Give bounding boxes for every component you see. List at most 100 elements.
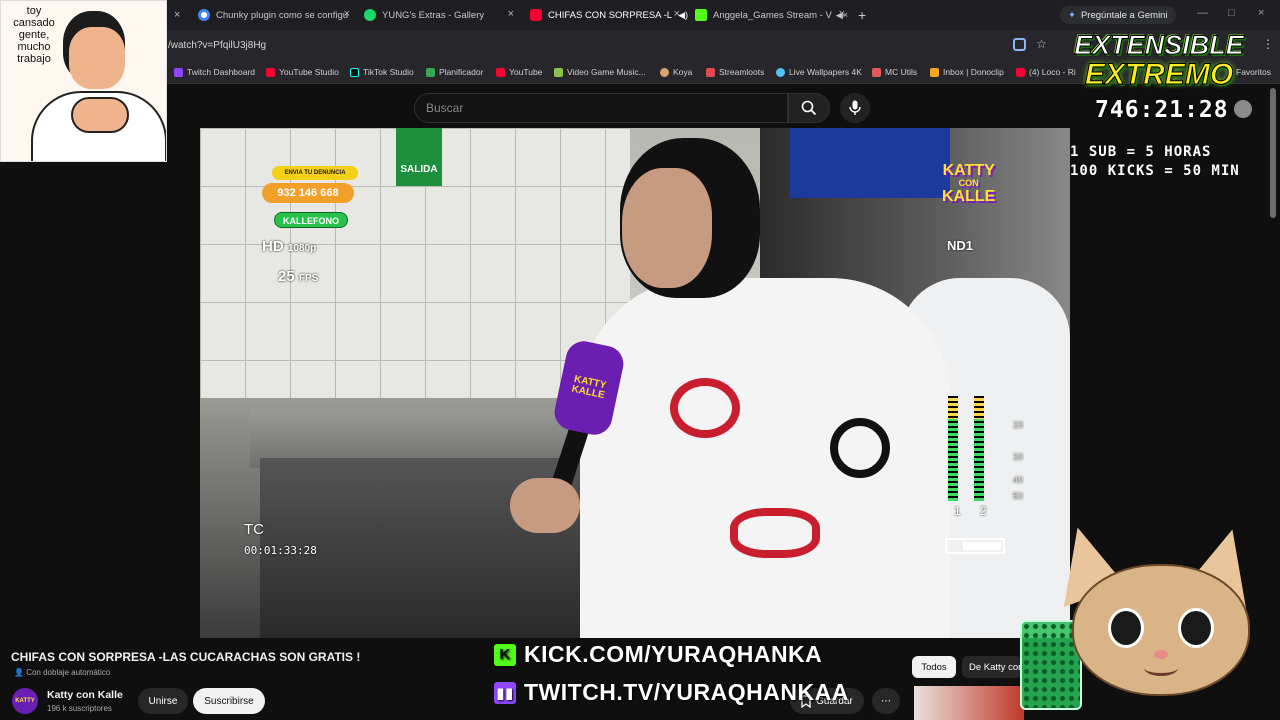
video-title: CHIFAS CON SORPRESA -LAS CUCARACHAS SON … xyxy=(11,650,361,664)
twitch-url: TWITCH.TV/YURAQHANKAA xyxy=(524,679,849,705)
url-text[interactable]: /watch?v=PfqilU3j8Hg xyxy=(168,40,266,51)
youtube-icon xyxy=(266,67,275,77)
chip-all[interactable]: Todos xyxy=(912,656,956,678)
show-logo: KATTY CON KALLE xyxy=(942,162,996,205)
video-player[interactable]: SALIDA KATTY KALLE ENVIA TU DENUNCIA 932… xyxy=(200,128,1070,638)
bookmark-item[interactable]: Streamloots xyxy=(706,67,764,77)
meter-tick: 30 xyxy=(1013,452,1024,462)
meme-face xyxy=(69,27,125,89)
search-button[interactable] xyxy=(788,93,830,123)
window-close-icon[interactable]: × xyxy=(1258,7,1264,19)
twitch-promo: ▮▮ TWITCH.TV/YURAQHANKAA xyxy=(494,679,849,706)
twitch-logo-icon: ▮▮ xyxy=(494,681,516,704)
meme-hand xyxy=(71,97,129,133)
subathon-rules: 1 SUB = 5 HORAS 100 KICKS = 50 MIN xyxy=(1070,143,1240,181)
subscribe-button[interactable]: Suscribirse xyxy=(193,688,265,714)
meter-tick: 40 xyxy=(1013,475,1024,485)
gemini-button[interactable]: ✦ Pregúntale a Gemini xyxy=(1060,6,1176,24)
bookmark-item[interactable]: TikTok Studio xyxy=(350,67,414,77)
youtube-icon xyxy=(530,9,542,21)
tab-yungs-extras[interactable]: YUNG's Extras - Gallery × xyxy=(364,4,514,26)
bookmark-item[interactable]: YouTube xyxy=(496,67,542,77)
tab-title: YUNG's Extras - Gallery xyxy=(382,9,485,21)
kick-promo: K KICK.COM/YURAQHANKA xyxy=(494,641,822,668)
dub-label: 👤 Con doblaje automático xyxy=(14,668,111,677)
close-icon[interactable]: × xyxy=(674,8,680,20)
bookmark-item[interactable]: Video Game Music... xyxy=(554,67,646,77)
report-banner: ENVIA TU DENUNCIA xyxy=(272,166,358,180)
kick-url: KICK.COM/YURAQHANKA xyxy=(524,641,823,667)
bookmark-star-icon[interactable]: ☆ xyxy=(1036,37,1047,51)
fps-label: 25 FPS xyxy=(278,268,319,285)
search-input[interactable]: Buscar xyxy=(414,93,788,123)
bookmark-item[interactable]: Koya xyxy=(660,67,692,77)
reporter xyxy=(580,128,960,638)
bookmark-item[interactable]: YouTube Studio xyxy=(266,67,339,77)
exit-sign: SALIDA xyxy=(396,128,442,186)
modrinth-icon xyxy=(364,9,376,21)
channel-avatar[interactable]: KATTY xyxy=(12,688,38,714)
channel-name[interactable]: Katty con Kalle xyxy=(47,689,123,701)
bookmark-item[interactable]: Live Wallpapers 4K xyxy=(776,67,862,77)
tab-anggela-stream[interactable]: Anggela_Games Stream - V ◀× × xyxy=(695,4,848,26)
menu-dots-icon[interactable]: ⋮ xyxy=(1262,37,1274,51)
close-icon[interactable]: × xyxy=(508,8,514,20)
close-icon[interactable]: × xyxy=(344,8,350,20)
reporter-face xyxy=(622,168,712,288)
kick-icon xyxy=(695,9,707,21)
close-icon[interactable]: × xyxy=(839,8,845,20)
maximize-icon[interactable]: □ xyxy=(1228,7,1235,19)
gemini-sparkle-icon: ✦ xyxy=(1068,9,1076,21)
recommended-thumbnail[interactable] xyxy=(914,686,1024,720)
channel-number: 2 xyxy=(980,504,987,518)
page-scrollbar[interactable] xyxy=(1270,88,1276,218)
more-actions-button[interactable]: ⋯ xyxy=(872,688,900,714)
rule-subs: 1 SUB = 5 HORAS xyxy=(1070,144,1212,160)
tab-chifas-active[interactable]: CHIFAS CON SORPRESA -L ◀) × xyxy=(530,4,688,26)
new-tab-button[interactable]: + xyxy=(858,4,866,26)
nd-label: ND1 xyxy=(947,238,974,253)
bookmark-item[interactable]: Inbox | Donoclip xyxy=(930,67,1004,77)
kallefono-badge: KALLEFONO xyxy=(274,212,348,228)
audio-meter-1 xyxy=(948,396,958,501)
microphone-icon xyxy=(849,100,861,115)
tiktok-icon xyxy=(350,67,359,77)
wallpaper-icon xyxy=(776,67,785,77)
mc-utils-icon xyxy=(872,67,881,77)
audio-meter-2 xyxy=(974,396,984,501)
gemini-label: Pregúntale a Gemini xyxy=(1080,9,1168,21)
patterned-shirt xyxy=(580,278,950,638)
minimize-icon[interactable]: — xyxy=(1197,7,1208,19)
cast-icon[interactable] xyxy=(1013,38,1026,51)
youtube-icon xyxy=(1016,67,1025,77)
voice-search-button[interactable] xyxy=(840,93,870,123)
reporter-hand xyxy=(510,478,580,533)
timecode: 00:01:33:28 xyxy=(244,544,317,557)
battery-icon xyxy=(945,538,1005,554)
meme-caption: toy cansado gente, mucho trabajo xyxy=(13,5,55,65)
subathon-timer: 746:21:28 xyxy=(1095,97,1229,123)
bookmark-item[interactable]: MC Utils xyxy=(872,67,917,77)
bookmark-item[interactable]: Planificador xyxy=(426,67,483,77)
meme-overlay: toy cansado gente, mucho trabajo xyxy=(0,0,167,162)
twitch-icon xyxy=(174,67,183,77)
calendar-icon xyxy=(426,67,435,77)
profile-avatar-icon[interactable] xyxy=(1234,100,1252,118)
youtube-icon xyxy=(496,67,505,77)
event-title-line-2: EXTREMO xyxy=(1084,58,1234,91)
bookmark-item[interactable]: Twitch Dashboard xyxy=(174,67,255,77)
tab-title: CHIFAS CON SORPRESA -L xyxy=(548,9,673,21)
kick-logo-icon: K xyxy=(494,643,516,666)
rule-kicks: 100 KICKS = 50 MIN xyxy=(1070,163,1240,179)
phone-number: 932 146 668 xyxy=(262,183,354,203)
join-button[interactable]: Unirse xyxy=(138,688,188,714)
person-icon: 👤 xyxy=(14,668,24,677)
koya-icon xyxy=(660,67,669,77)
donoclip-icon xyxy=(930,67,939,77)
streamloots-icon xyxy=(706,67,715,77)
tab-close-first[interactable]: × xyxy=(174,4,184,26)
tab-chunky[interactable]: Chunky plugin como se configu × xyxy=(198,4,350,26)
cat-nose xyxy=(1154,650,1168,659)
channel-number: 1 xyxy=(954,504,961,518)
chip-channel[interactable]: De Katty con Kalle xyxy=(962,656,1022,678)
